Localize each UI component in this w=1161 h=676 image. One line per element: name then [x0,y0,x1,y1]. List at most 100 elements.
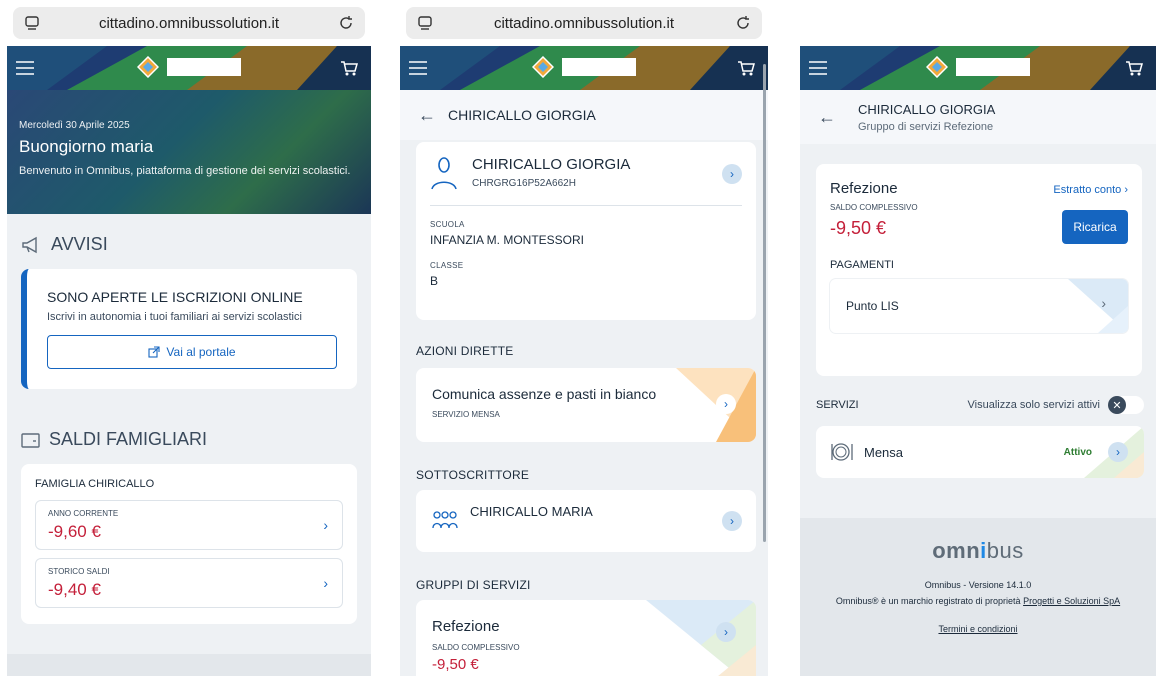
azioni-heading: AZIONI DIRETTE [416,344,514,358]
logo-placeholder [956,58,1030,76]
phone-screen-refezione: ← CHIRICALLO GIORGIA Gruppo di servizi R… [800,0,1156,676]
menu-icon[interactable] [808,58,828,78]
class-label: CLASSE [430,261,464,270]
reload-icon[interactable] [337,14,355,32]
mensa-row[interactable]: Mensa Attivo › [816,426,1144,478]
chevron-right-icon: › [323,517,328,533]
saldi-heading: SALDI FAMIGLIARI [7,429,371,450]
saldi-title: SALDI FAMIGLIARI [49,429,208,449]
cart-icon[interactable] [736,58,756,78]
family-name: FAMIGLIA CHIRICALLO [35,478,155,490]
page-header: ← CHIRICALLO GIORGIA [400,90,768,140]
sottoscrittore-name: CHIRICALLO MARIA [470,504,593,519]
back-arrow-icon[interactable]: ← [818,107,836,128]
page-title: CHIRICALLO GIORGIA [858,101,996,117]
terms-link[interactable]: Termini e condizioni [800,624,1156,634]
gruppo-title: Refezione [432,618,500,635]
active-filter-toggle[interactable]: ✕ [1108,396,1144,414]
notice-title: SONO APERTE LE ISCRIZIONI ONLINE [47,289,303,305]
notice-card: SONO APERTE LE ISCRIZIONI ONLINE Iscrivi… [21,269,357,389]
estratto-link[interactable]: Estratto conto › [1053,184,1128,196]
owner-link[interactable]: Progetti e Soluzioni SpA [1023,596,1120,606]
student-code: CHRGRG16P52A662H [472,178,576,189]
version-text: Omnibus - Versione 14.1.0 [924,580,1032,590]
browser-bar: cittadino.omnibussolution.it [400,0,768,46]
azione-card[interactable]: Comunica assenze e pasti in bianco SERVI… [416,368,756,442]
portal-button-label: Vai al portale [166,345,236,359]
greeting: Buongiorno maria [19,137,154,156]
tabs-icon[interactable] [416,14,434,32]
menu-icon[interactable] [15,58,35,78]
avvisi-title: AVVISI [51,234,108,254]
card-art [1068,279,1128,333]
logo-placeholder [562,58,636,76]
chevron-right-icon: › [716,622,736,642]
welcome-text: Benvenuto in Omnibus, piattaforma di ges… [19,165,351,177]
dish-icon [831,443,853,461]
sottoscrittore-card[interactable]: CHIRICALLO MARIA › [416,490,756,552]
menu-icon[interactable] [408,58,428,78]
chevron-right-icon: › [323,575,328,591]
cart-icon[interactable] [339,58,359,78]
person-icon [431,157,457,190]
diamond-logo-icon [926,56,948,78]
azione-sub: SERVIZIO MENSA [432,410,500,419]
punto-lis-label: Punto LIS [846,299,899,313]
avvisi-heading: AVVISI [7,234,371,255]
student-header: CHIRICALLO GIORGIA CHRGRG16P52A662H [430,156,742,206]
app-logo [926,56,1030,78]
bottom-strip [7,654,371,676]
portal-button[interactable]: Vai al portale [47,335,337,369]
student-card[interactable]: CHIRICALLO GIORGIA CHRGRG16P52A662H › SC… [416,142,756,320]
scrollbar[interactable] [763,64,766,542]
browser-bar-blank [800,0,1156,46]
page-title: CHIRICALLO GIORGIA [448,107,596,123]
pagamenti-label: PAGAMENTI [830,259,894,271]
refezione-title: Refezione [830,180,898,197]
class-value: B [430,274,439,288]
sottoscrittore-heading: SOTTOSCRITTORE [416,468,530,482]
close-icon: ✕ [1108,396,1126,414]
servizi-label: SERVIZI [816,399,859,411]
megaphone-icon [22,236,37,253]
school-label: SCUOLA [430,220,465,229]
azione-title: Comunica assenze e pasti in bianco [432,386,657,402]
url-text[interactable]: cittadino.omnibussolution.it [41,15,337,32]
ricarica-button[interactable]: Ricarica [1062,210,1128,244]
chevron-right-icon: › [1108,442,1128,462]
saldo-row-anno[interactable]: ANNO CORRENTE -9,60 € › [35,500,343,550]
servizi-bar: SERVIZI Visualizza solo servizi attivi ✕ [800,396,1156,414]
saldo-label: ANNO CORRENTE [48,509,119,518]
reload-icon[interactable] [734,14,752,32]
back-arrow-icon[interactable]: ← [418,105,436,126]
current-date: Mercoledì 30 Aprile 2025 [19,120,130,131]
app-header [800,46,1156,90]
punto-lis-row[interactable]: Punto LIS › [830,279,1128,333]
cart-icon[interactable] [1124,58,1144,78]
chevron-right-icon: › [716,394,736,414]
gruppi-heading: GRUPPI DI SERVIZI [416,578,531,592]
family-icon [432,511,458,529]
wallet-icon [21,432,40,448]
chevron-right-icon[interactable]: › [722,164,742,184]
url-text[interactable]: cittadino.omnibussolution.it [434,15,734,32]
service-name: Mensa [864,444,904,460]
tabs-icon[interactable] [23,14,41,32]
gruppo-card[interactable]: Refezione SALDO COMPLESSIVO -9,50 € › [416,600,756,676]
notice-text: Iscrivi in autonomia i tuoi familiari ai… [47,311,302,323]
redacted-field [470,525,568,537]
gruppo-label: SALDO COMPLESSIVO [432,643,520,652]
toggle-label: Visualizza solo servizi attivi [967,399,1100,411]
gruppo-value: -9,50 € [432,656,479,673]
footer: omnibus Omnibus - Versione 14.1.0 Omnibu… [800,518,1156,676]
url-pill[interactable]: cittadino.omnibussolution.it [406,7,762,39]
url-pill[interactable]: cittadino.omnibussolution.it [13,7,365,39]
school-value: INFANZIA M. MONTESSORI [430,233,585,247]
app-header [7,46,371,90]
logo-placeholder [167,58,241,76]
diamond-logo-icon [532,56,554,78]
saldo-row-storico[interactable]: STORICO SALDI -9,40 € › [35,558,343,608]
chevron-right-icon: › [1101,295,1106,311]
page-subtitle: Gruppo di servizi Refezione [858,120,994,133]
omnibus-logo: omnibus [932,538,1024,563]
